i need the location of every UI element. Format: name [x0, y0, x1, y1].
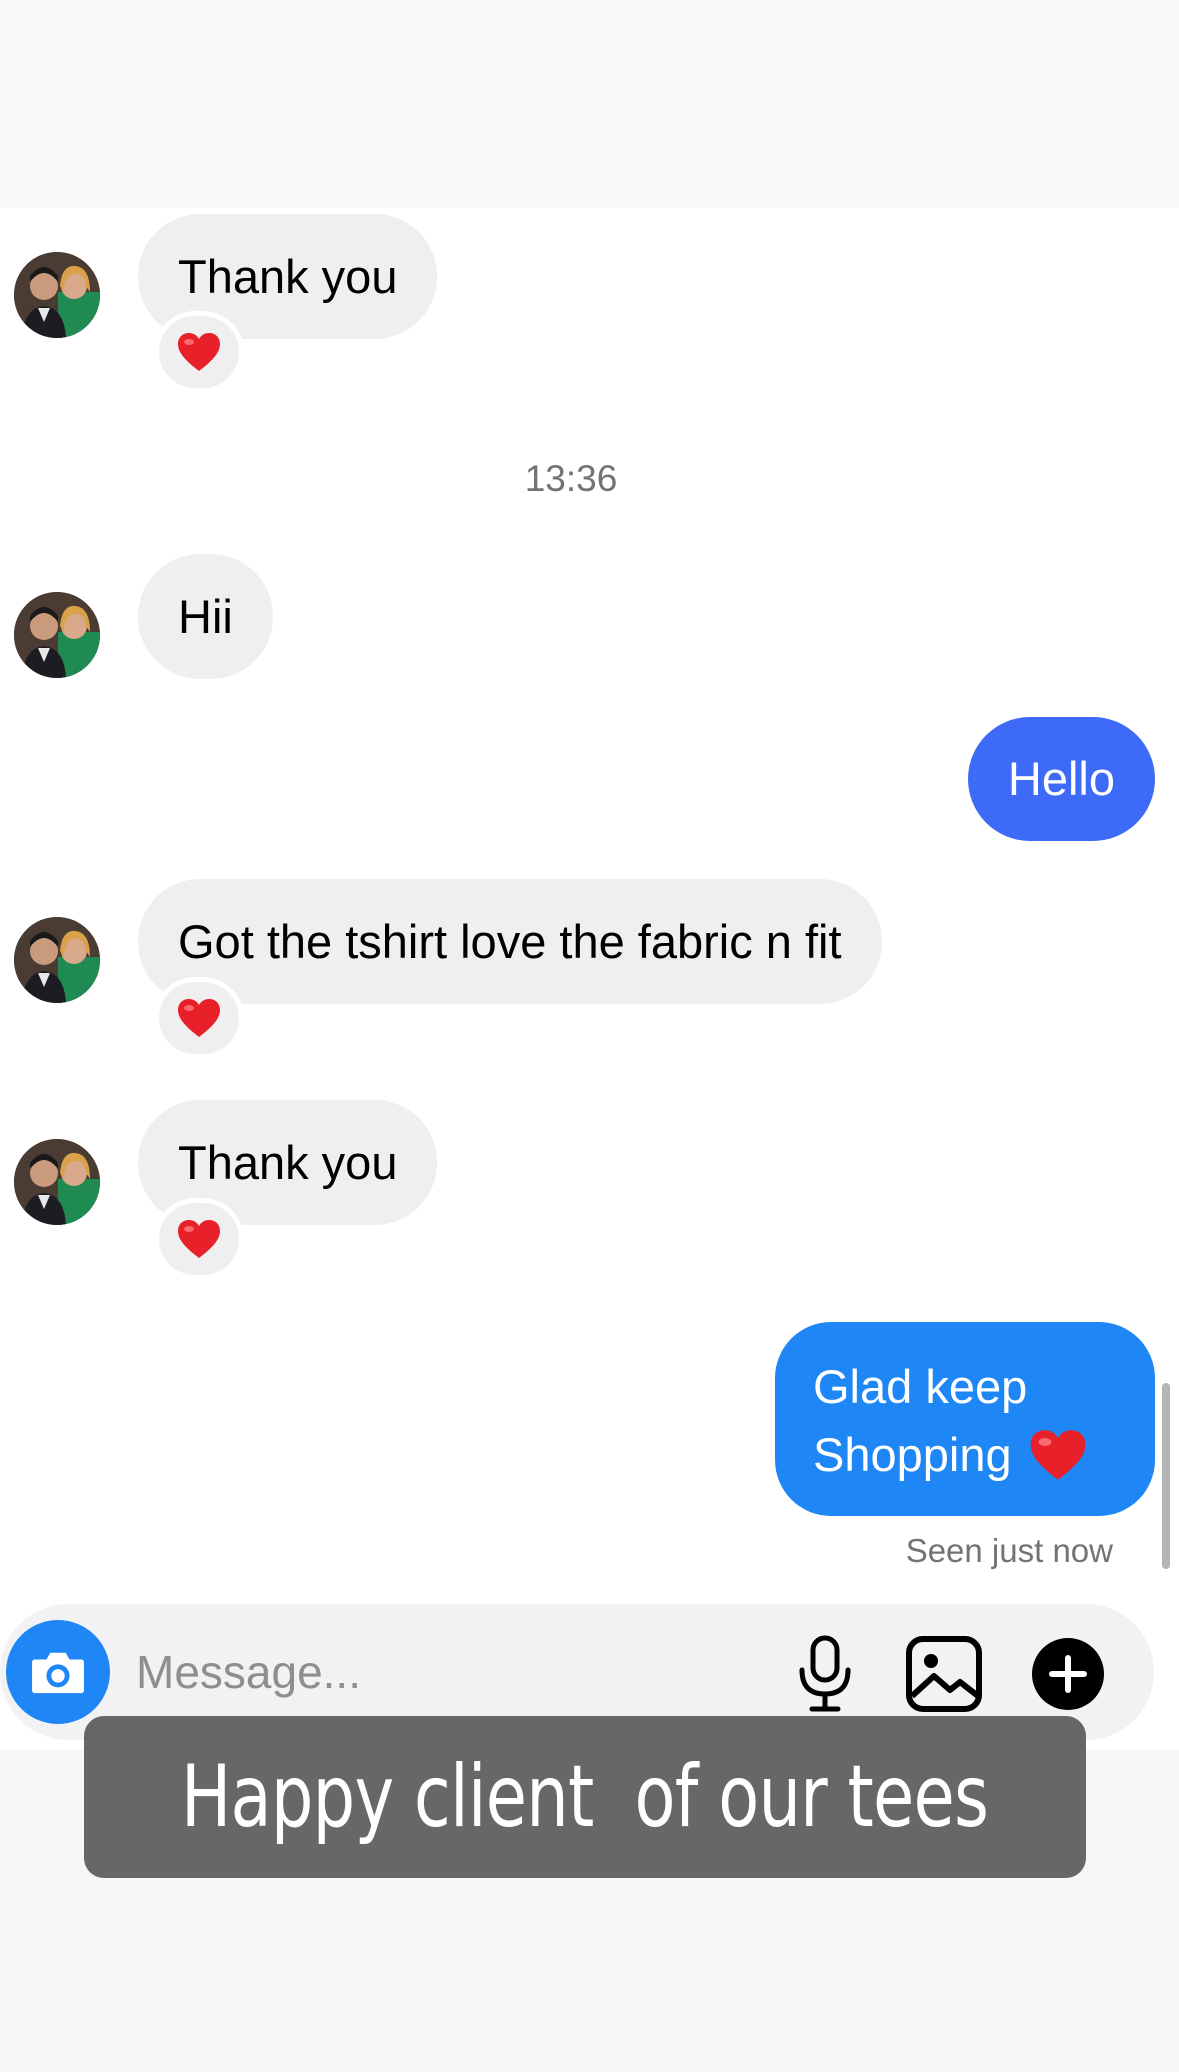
image-icon: [906, 1636, 982, 1712]
camera-icon: [32, 1652, 84, 1694]
message-bubble-incoming[interactable]: Hii: [138, 554, 273, 679]
message-bubble-incoming[interactable]: Got the tshirt love the fabric n fit: [138, 879, 882, 1004]
avatar[interactable]: [14, 917, 100, 1003]
scrollbar[interactable]: [1162, 1383, 1170, 1569]
heart-icon: [178, 333, 220, 371]
profile-photo-icon: [14, 252, 100, 338]
message-text: Got the tshirt love the fabric n fit: [178, 915, 842, 968]
message-bubble-outgoing[interactable]: Hello: [967, 717, 1155, 841]
profile-photo-icon: [14, 1139, 100, 1225]
add-button[interactable]: [1030, 1636, 1106, 1712]
reaction-badge[interactable]: [154, 977, 244, 1059]
microphone-button[interactable]: [790, 1634, 860, 1714]
profile-photo-icon: [14, 917, 100, 1003]
heart-icon: [178, 999, 220, 1037]
message-text: Thank you: [178, 1136, 398, 1189]
story-caption: Happy client of our tees: [84, 1716, 1086, 1878]
caption-text: Happy client of our tees: [181, 1747, 989, 1847]
message-text-line: Glad keep: [813, 1360, 1028, 1413]
timestamp: 13:36: [524, 458, 618, 499]
profile-photo-icon: [14, 592, 100, 678]
camera-button[interactable]: [6, 1620, 110, 1724]
avatar[interactable]: [14, 252, 100, 338]
message-text: Hii: [178, 590, 233, 643]
message-text: Thank you: [178, 250, 398, 303]
heart-icon: [1030, 1430, 1086, 1480]
avatar[interactable]: [14, 1139, 100, 1225]
message-text: Hello: [1007, 752, 1115, 805]
reaction-badge[interactable]: [154, 1198, 244, 1280]
header-area: [0, 0, 1179, 208]
reaction-badge[interactable]: [154, 311, 244, 393]
gallery-button[interactable]: [904, 1634, 984, 1714]
plus-icon: [1032, 1638, 1104, 1710]
message-text-line: Shopping: [813, 1428, 1012, 1481]
microphone-icon: [799, 1635, 851, 1712]
message-input[interactable]: [136, 1640, 736, 1704]
heart-icon: [178, 1220, 220, 1258]
message-bubble-outgoing[interactable]: Glad keep Shopping: [775, 1322, 1155, 1516]
avatar[interactable]: [14, 592, 100, 678]
seen-status: Seen just now: [905, 1532, 1113, 1569]
